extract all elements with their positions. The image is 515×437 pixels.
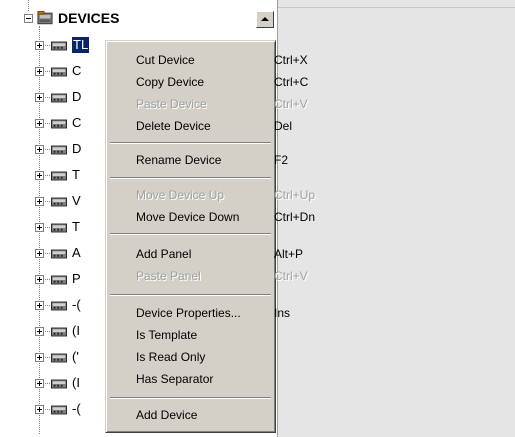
menu-separator: [110, 397, 271, 399]
tree-node-label[interactable]: P: [72, 271, 81, 287]
collapse-toggle[interactable]: [24, 14, 33, 23]
device-icon: [51, 145, 67, 155]
device-icon: [51, 275, 67, 285]
tree-node-label[interactable]: (I: [72, 323, 80, 339]
device-icon: [51, 93, 67, 103]
menu-item-has-separator[interactable]: Has Separator: [109, 369, 273, 389]
device-icon: [51, 327, 67, 337]
device-icon: [51, 41, 67, 51]
menu-separator: [110, 233, 271, 235]
menu-item-label: Add Device: [136, 408, 198, 422]
menu-item-shortcut: Ctrl+Dn: [274, 210, 316, 224]
expand-toggle[interactable]: [35, 93, 44, 102]
device-icon: [51, 249, 67, 259]
device-icon: [51, 119, 67, 129]
menu-item-cut-device[interactable]: Cut Device Ctrl+X: [109, 50, 308, 70]
tree-node-label[interactable]: TL: [72, 37, 90, 53]
menu-item-move-device-down[interactable]: Move Device Down Ctrl+Dn: [109, 207, 315, 227]
device-icon: [51, 171, 67, 181]
tree-connector: [28, 0, 29, 11]
expand-toggle[interactable]: [35, 145, 44, 154]
expand-toggle[interactable]: [35, 353, 44, 362]
menu-item-device-properties[interactable]: Device Properties... Ins: [109, 303, 290, 323]
tree-node-label[interactable]: (': [72, 349, 79, 365]
menu-item-shortcut: Ctrl+Up: [274, 188, 316, 202]
menu-item-shortcut: Del: [274, 119, 293, 133]
menu-item-delete-device[interactable]: Delete Device Del: [109, 116, 292, 136]
tree-node-label[interactable]: -(: [72, 401, 81, 417]
expand-toggle[interactable]: [35, 119, 44, 128]
expand-toggle[interactable]: [35, 223, 44, 232]
expand-toggle[interactable]: [35, 197, 44, 206]
scroll-up-button[interactable]: [256, 11, 274, 28]
tree-root-label[interactable]: DEVICES: [58, 10, 119, 26]
tree-node-label[interactable]: T: [72, 167, 80, 183]
expand-toggle[interactable]: [35, 301, 44, 310]
expand-toggle[interactable]: [35, 379, 44, 388]
menu-item-rename-device[interactable]: Rename Device F2: [109, 150, 288, 170]
menu-item-shortcut: Alt+P: [274, 247, 304, 261]
menu-item-add-panel[interactable]: Add Panel Alt+P: [109, 244, 303, 264]
menu-item-label: Is Read Only: [136, 350, 206, 364]
tree-node-label[interactable]: T: [72, 219, 80, 235]
menu-item-label: Is Template: [136, 328, 198, 342]
menu-separator: [110, 294, 271, 296]
menu-item-label: Move Device Up: [136, 188, 225, 202]
menu-item-paste-device[interactable]: Paste Device Ctrl+V: [109, 94, 308, 114]
tree-node-label[interactable]: A: [72, 245, 81, 261]
menu-separator: [110, 177, 271, 179]
menu-item-label: Device Properties...: [136, 306, 241, 320]
menu-item-shortcut: Ins: [274, 306, 291, 320]
menu-separator: [110, 142, 271, 144]
menu-item-shortcut: Ctrl+X: [274, 53, 308, 67]
menu-item-label: Has Separator: [136, 372, 214, 386]
tree-node-label[interactable]: C: [72, 115, 81, 131]
menu-item-copy-device[interactable]: Copy Device Ctrl+C: [109, 72, 308, 92]
menu-item-is-read-only[interactable]: Is Read Only: [109, 347, 273, 367]
arrow-up-icon: [261, 17, 269, 21]
expand-toggle[interactable]: [35, 41, 44, 50]
menu-item-label: Rename Device: [136, 153, 222, 167]
menu-item-label: Paste Panel: [136, 269, 201, 283]
device-icon: [51, 197, 67, 207]
menu-item-shortcut: Ctrl+V: [274, 97, 308, 111]
menu-item-label: Paste Device: [136, 97, 207, 111]
expand-toggle[interactable]: [35, 249, 44, 258]
expand-toggle[interactable]: [35, 275, 44, 284]
device-icon: [51, 379, 67, 389]
expand-toggle[interactable]: [35, 67, 44, 76]
menu-item-label: Cut Device: [136, 53, 195, 67]
menu-item-is-template[interactable]: Is Template: [109, 325, 273, 345]
menu-item-move-device-up[interactable]: Move Device Up Ctrl+Up: [109, 185, 315, 205]
device-icon: [51, 301, 67, 311]
tree-node-label[interactable]: -(: [72, 297, 81, 313]
menu-item-add-device[interactable]: Add Device: [109, 405, 273, 425]
devices-folder-icon: [37, 11, 53, 25]
expand-toggle[interactable]: [35, 327, 44, 336]
menu-item-label: Move Device Down: [136, 210, 240, 224]
menu-item-label: Add Panel: [136, 247, 192, 261]
tree-node-label[interactable]: C: [72, 63, 81, 79]
context-menu: Cut Device Ctrl+X Copy Device Ctrl+C Pas…: [105, 40, 315, 433]
menu-item-label: Delete Device: [136, 119, 211, 133]
menu-item-paste-panel[interactable]: Paste Panel Ctrl+V: [109, 266, 308, 286]
expand-toggle[interactable]: [35, 405, 44, 414]
menu-item-shortcut: F2: [274, 153, 289, 167]
tree-node-label[interactable]: V: [72, 193, 81, 209]
expand-toggle[interactable]: [35, 171, 44, 180]
device-icon: [51, 67, 67, 77]
device-icon: [51, 353, 67, 363]
device-icon: [51, 223, 67, 233]
menu-item-label: Copy Device: [136, 75, 205, 89]
tree-node-label[interactable]: D: [72, 141, 81, 157]
tree-node-label[interactable]: (I: [72, 375, 80, 391]
menu-item-shortcut: Ctrl+C: [274, 75, 309, 89]
device-icon: [51, 405, 67, 415]
tree-node-label[interactable]: D: [72, 89, 81, 105]
menu-item-shortcut: Ctrl+V: [274, 269, 308, 283]
detail-pane-border: [278, 7, 515, 8]
